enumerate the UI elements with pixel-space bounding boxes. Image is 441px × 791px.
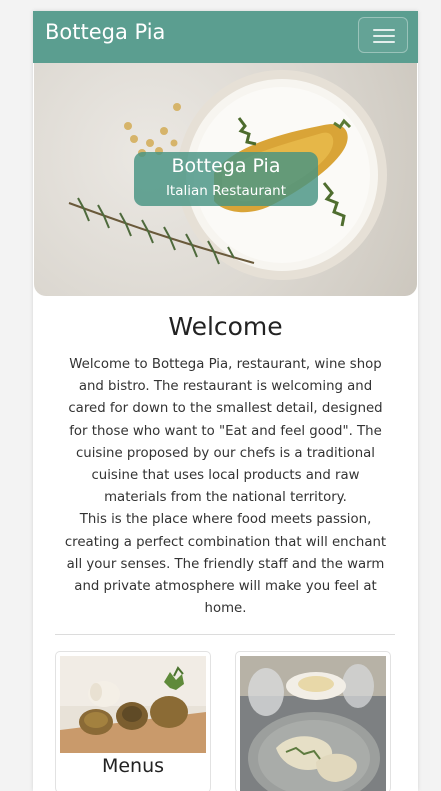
welcome-line: This is the place where food meets passi… <box>79 512 372 528</box>
welcome-line: home. <box>204 601 247 617</box>
welcome-heading: Welcome <box>168 312 283 341</box>
welcome-line: cuisine that uses local products and raw <box>91 468 360 484</box>
hero-carousel: Bottega Pia Italian Restaurant <box>34 63 417 296</box>
hero-caption: Bottega Pia Italian Restaurant <box>134 152 318 206</box>
navbar-brand[interactable]: Bottega Pia <box>45 20 165 44</box>
navbar-toggler-button[interactable] <box>358 17 408 53</box>
navbar: Bottega Pia <box>33 11 418 63</box>
dish-card-image <box>240 656 386 791</box>
welcome-paragraph: Welcome to Bottega Pia, restaurant, wine… <box>51 354 400 620</box>
welcome-line: cared for down to the smallest detail, d… <box>68 401 383 417</box>
menus-card-label: Menus <box>101 755 165 777</box>
menus-card[interactable]: Menus <box>55 651 211 791</box>
welcome-line: materials from the national territory. <box>104 490 347 506</box>
welcome-line: and bistro. The restaurant is welcoming … <box>78 379 373 395</box>
hero-subtitle: Italian Restaurant <box>165 183 287 199</box>
welcome-line: creating a perfect combination that will… <box>64 534 387 550</box>
hero-title: Bottega Pia <box>171 155 281 177</box>
welcome-line: for those who want to "Eat and feel good… <box>69 423 382 439</box>
dish-card[interactable] <box>235 651 391 791</box>
section-divider <box>55 634 395 635</box>
page-container: Bottega Pia Bottega Pia Italian Restaura… <box>33 11 418 791</box>
welcome-line: all your senses. The friendly staff and … <box>66 556 385 572</box>
welcome-line: cuisine proposed by our chefs is a tradi… <box>75 445 376 461</box>
menus-card-image <box>60 656 206 753</box>
welcome-line: and private atmosphere will make you fee… <box>74 579 377 595</box>
welcome-line: Welcome to Bottega Pia, restaurant, wine… <box>69 357 382 372</box>
